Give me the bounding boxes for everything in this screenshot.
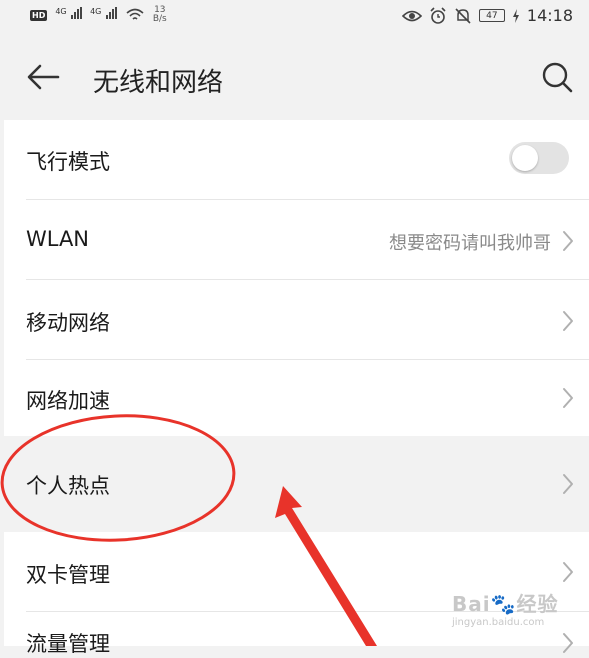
setting-label: 流量管理 [26, 632, 110, 656]
setting-network-acceleration[interactable]: 网络加速 [4, 360, 589, 436]
signal-1: 4G [55, 7, 83, 23]
status-left: HD 4G 4G 13 B/s [30, 6, 167, 24]
setting-wlan[interactable]: WLAN 想要密码请叫我帅哥 [4, 200, 589, 280]
mute-bell-icon [455, 7, 471, 24]
wifi-icon [126, 8, 144, 20]
alarm-icon [430, 6, 446, 24]
page-title: 无线和网络 [93, 68, 224, 98]
eye-icon [401, 10, 422, 21]
chevron-right-icon [563, 633, 573, 653]
back-arrow-icon[interactable] [26, 62, 60, 92]
setting-label: 网络加速 [26, 389, 110, 413]
status-right: 47 14:18 [401, 6, 573, 25]
clock: 14:18 [526, 6, 573, 25]
network-type-1: 4G [55, 7, 67, 16]
chevron-right-icon [563, 231, 573, 251]
app-bar: 无线和网络 [0, 36, 589, 118]
search-icon[interactable] [540, 60, 574, 94]
setting-label: 飞行模式 [26, 150, 110, 174]
setting-label: WLAN [26, 227, 90, 251]
speed-unit: B/s [152, 14, 167, 24]
setting-label: 移动网络 [26, 311, 110, 335]
chevron-right-icon [563, 311, 573, 331]
signal-2: 4G [90, 7, 117, 23]
watermark-url: jingyan.baidu.com [452, 617, 545, 628]
airplane-mode-toggle[interactable] [509, 142, 569, 174]
signal-bars-icon [105, 7, 117, 19]
chevron-right-icon [563, 388, 573, 408]
setting-airplane-mode[interactable]: 飞行模式 [4, 120, 589, 200]
network-speed: 13 B/s [153, 6, 167, 24]
watermark-main: Bai🐾经验 [452, 588, 572, 617]
setting-mobile-network[interactable]: 移动网络 [4, 280, 589, 360]
watermark-brand: Bai [452, 592, 491, 616]
chevron-right-icon [563, 474, 573, 494]
status-bar: HD 4G 4G 13 B/s 47 14:18 [0, 0, 589, 36]
toggle-knob [512, 145, 538, 171]
setting-label: 双卡管理 [26, 563, 110, 587]
watermark-suffix: 经验 [516, 592, 559, 616]
settings-list: 飞行模式 WLAN 想要密码请叫我帅哥 移动网络 网络加速 个人热点 双卡管理 [4, 120, 589, 656]
network-type-2: 4G [90, 7, 102, 16]
paw-icon: 🐾 [490, 592, 517, 616]
wlan-status-text: 想要密码请叫我帅哥 [389, 233, 551, 254]
hd-voice-badge: HD [30, 9, 48, 21]
chevron-right-icon [563, 562, 573, 582]
battery-icon: 47 [478, 9, 505, 22]
signal-bars-icon [71, 7, 83, 19]
setting-label: 个人热点 [26, 474, 110, 498]
charging-icon [512, 8, 519, 23]
setting-personal-hotspot[interactable]: 个人热点 [4, 436, 589, 532]
baidu-jingyan-watermark: Bai🐾经验 jingyan.baidu.com [452, 588, 572, 634]
